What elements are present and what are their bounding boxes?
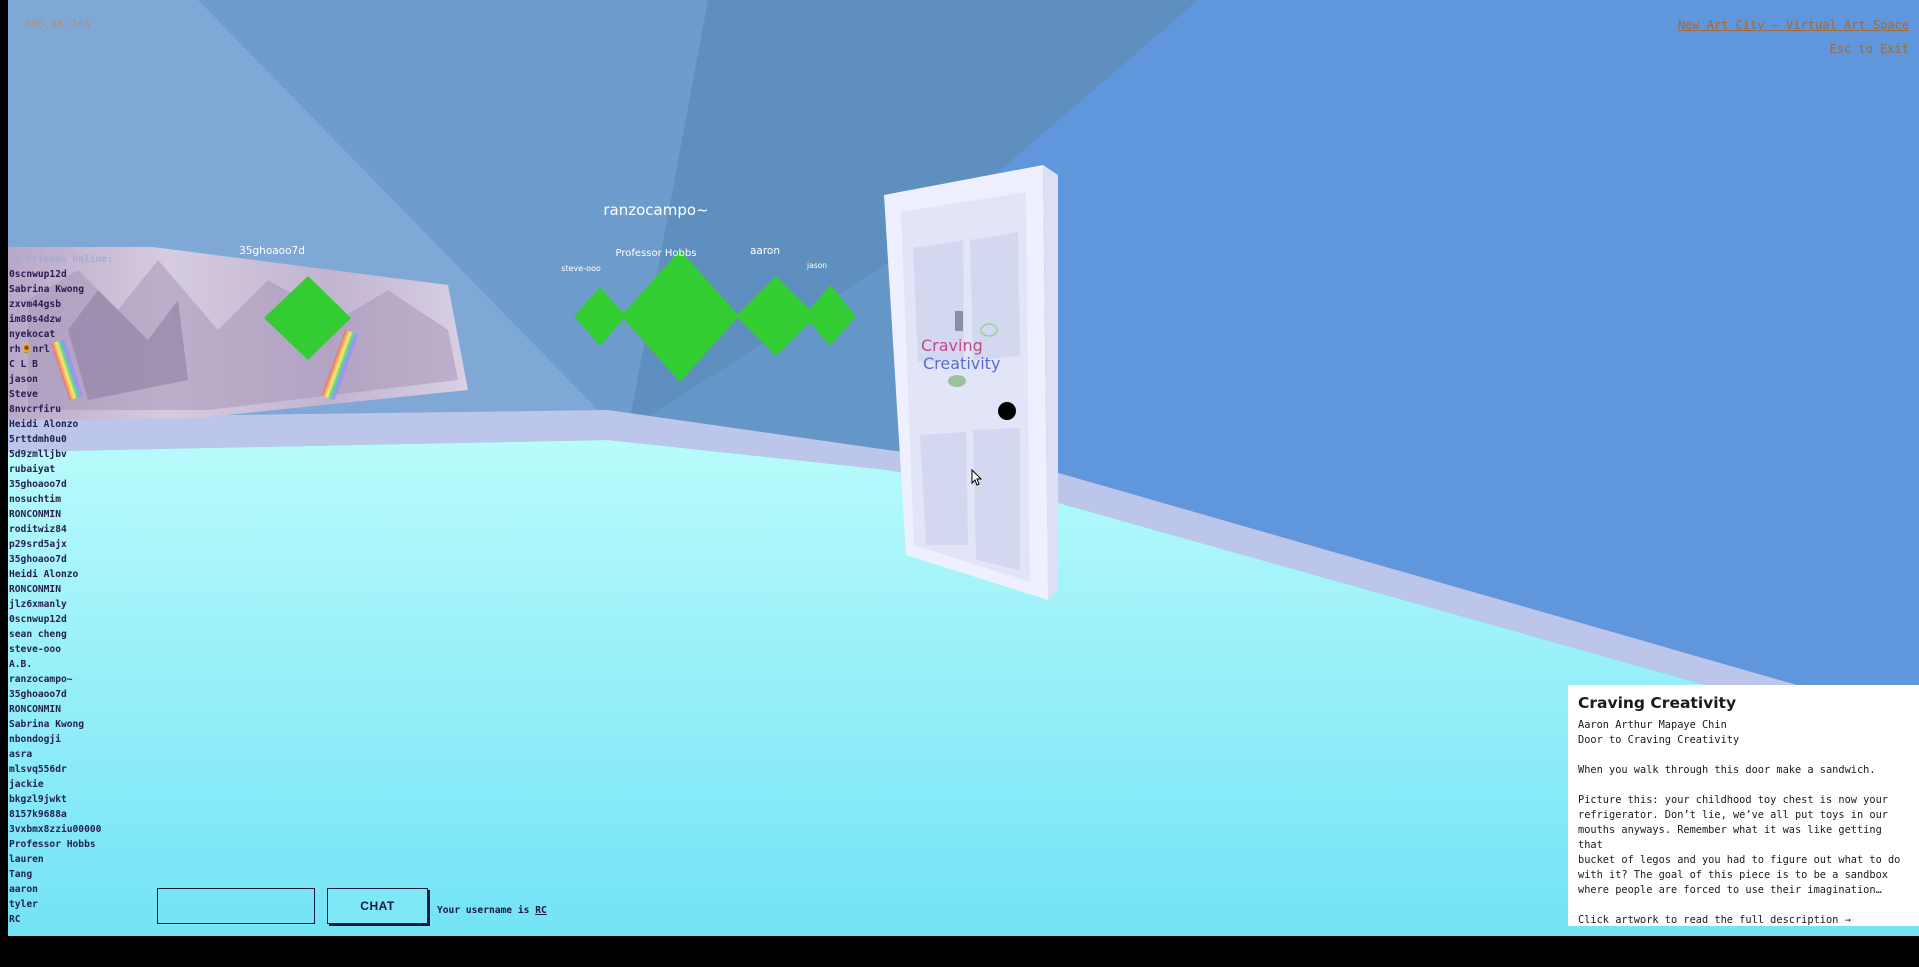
artwork-description-line: where people are forced to use their ima… <box>1578 884 1882 896</box>
friend-list-item[interactable]: 35ghoaoo7d <box>9 552 113 567</box>
artwork-description-line: refrigerator. Don’t lie, we’ve all put t… <box>1578 809 1888 821</box>
artwork-info-panel[interactable]: Craving Creativity Aaron Arthur Mapaye C… <box>1568 685 1919 926</box>
friend-list-item[interactable]: Professor Hobbs <box>9 837 113 852</box>
friend-list-item[interactable]: rubaiyat <box>9 462 113 477</box>
avatar-tag-jason: jason <box>807 261 827 270</box>
friend-list-item[interactable]: 5rttdmh0u0 <box>9 432 113 447</box>
door-knob <box>998 402 1016 420</box>
friend-list-item[interactable]: lauren <box>9 852 113 867</box>
door-art-line1: Craving <box>921 336 983 355</box>
friend-list-item[interactable]: 35ghoaoo7d <box>9 477 113 492</box>
avatar-tag-professor-hobbs: Professor Hobbs <box>615 248 697 259</box>
friend-list-item[interactable]: Steve <box>9 387 113 402</box>
friend-list-item[interactable]: roditwiz84 <box>9 522 113 537</box>
friend-list-item[interactable]: sean cheng <box>9 627 113 642</box>
friend-rows: 0scnwup12d Sabrina Kwong zxvm44gsb im80s4dz… <box>9 267 113 927</box>
friend-list-item[interactable]: aaron <box>9 882 113 897</box>
friend-list-item[interactable]: nbondogji <box>9 732 113 747</box>
artwork-subtitle: Door to Craving Creativity <box>1578 734 1740 746</box>
chat-button[interactable]: CHAT <box>327 888 428 924</box>
friend-list-item[interactable]: p29srd5ajx <box>9 537 113 552</box>
friend-list-item[interactable]: 8157k9688a <box>9 807 113 822</box>
friend-list-item[interactable]: A.B. <box>9 657 113 672</box>
artwork-description: Picture this: your childhood toy chest i… <box>1578 793 1909 898</box>
friend-list-item[interactable]: steve-ooo <box>9 642 113 657</box>
friend-list-item[interactable]: RONCONMIN <box>9 702 113 717</box>
friend-list-item[interactable]: rh🌻nrl <box>9 342 113 357</box>
friend-list-item[interactable]: 8nvcrfiru <box>9 402 113 417</box>
coordinates-readout: 306,88,748 <box>24 18 91 31</box>
username-link[interactable]: RC <box>535 905 547 916</box>
friends-online-header: 44 Friends Online: <box>9 254 113 265</box>
friend-list-item[interactable]: 5d9zmlljbv <box>9 447 113 462</box>
friend-list-item[interactable]: Heidi Alonzo <box>9 417 113 432</box>
friend-list-item[interactable]: Heidi Alonzo <box>9 567 113 582</box>
username-prefix: Your username is <box>437 905 530 916</box>
friend-list-item[interactable]: C L B <box>9 357 113 372</box>
artwork-description-line: mouths anyways. Remember what it was lik… <box>1578 824 1882 851</box>
esc-exit-hint: Esc to Exit <box>1829 42 1909 56</box>
friend-list-item[interactable]: jackie <box>9 777 113 792</box>
artwork-description-line: bucket of legos and you had to figure ou… <box>1578 854 1901 866</box>
avatar-tag-ranzocampo: ranzocampo~ <box>603 201 709 219</box>
friend-list-item[interactable]: RONCONMIN <box>9 582 113 597</box>
friend-list-item[interactable]: 0scnwup12d <box>9 612 113 627</box>
friend-list-item[interactable]: 3vxbmx8zziu00000 <box>9 822 113 837</box>
friend-list-item[interactable]: im80s4dzw <box>9 312 113 327</box>
friend-list-item[interactable]: ranzocampo~ <box>9 672 113 687</box>
friends-online-list: 44 Friends Online: 0scnwup12d Sabrina Kwo… <box>9 252 113 927</box>
friend-list-item[interactable]: jlz6xmanly <box>9 597 113 612</box>
artwork-door[interactable]: Craving Creativity <box>884 165 1058 600</box>
friend-list-item[interactable]: Sabrina Kwong <box>9 717 113 732</box>
friend-list-item[interactable]: RONCONMIN <box>9 507 113 522</box>
friend-list-item[interactable]: mlsvq556dr <box>9 762 113 777</box>
avatar-tag-35ghoaoo7d: 35ghoaoo7d <box>239 245 305 257</box>
friend-list-item[interactable]: 35ghoaoo7d <box>9 687 113 702</box>
friend-list-item[interactable]: Sabrina Kwong <box>9 282 113 297</box>
friend-list-item[interactable]: nyekocat <box>9 327 113 342</box>
avatar-tag-aaron: aaron <box>749 245 781 257</box>
friend-list-item[interactable]: 0scnwup12d <box>9 267 113 282</box>
friend-list-item[interactable]: jason <box>9 372 113 387</box>
friend-list-item[interactable]: RC <box>9 912 113 927</box>
chat-input[interactable] <box>157 888 315 924</box>
artwork-description-line: Picture this: your childhood toy chest i… <box>1578 794 1888 806</box>
friend-list-item[interactable]: zxvm44gsb <box>9 297 113 312</box>
friend-list-item[interactable]: nosuchtim <box>9 492 113 507</box>
artwork-artist: Aaron Arthur Mapaye Chin <box>1578 719 1727 731</box>
username-line: Your username is RC <box>437 905 547 916</box>
artwork-line1: When you walk through this door make a s… <box>1578 764 1876 776</box>
friend-list-item[interactable]: asra <box>9 747 113 762</box>
door-art-line2: Creativity <box>923 354 1000 373</box>
read-full-description-link[interactable]: Click artwork to read the full descripti… <box>1578 913 1909 928</box>
friend-list-item[interactable]: Tang <box>9 867 113 882</box>
artwork-title: Craving Creativity <box>1578 694 1737 712</box>
artwork-description-line: with it? The goal of this piece is to be… <box>1578 869 1888 881</box>
avatar-tag-steve-ooo: steve-ooo <box>561 264 601 273</box>
site-title-link[interactable]: New Art City – Virtual Art Space <box>1678 18 1909 32</box>
friend-list-item[interactable]: tyler <box>9 897 113 912</box>
friend-list-item[interactable]: bkgzl9jwkt <box>9 792 113 807</box>
